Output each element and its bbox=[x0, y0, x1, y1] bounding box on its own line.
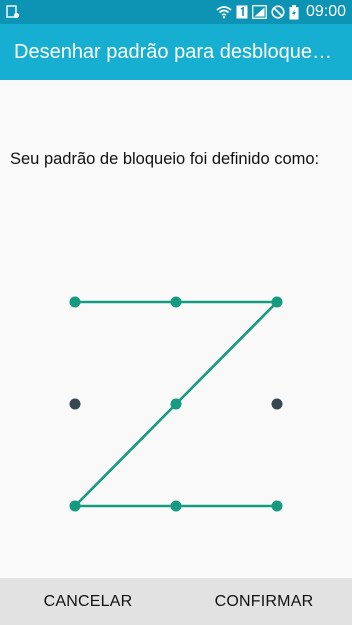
wifi-icon bbox=[216, 5, 232, 19]
pattern-dot bbox=[271, 500, 283, 512]
status-time: 09:00 bbox=[305, 3, 346, 20]
notification-icon bbox=[6, 5, 20, 19]
pattern-dot bbox=[69, 296, 81, 308]
pattern-dot bbox=[271, 296, 283, 308]
pattern-dot bbox=[69, 398, 81, 410]
blocked-icon bbox=[271, 5, 285, 19]
confirm-button[interactable]: CONFIRMAR bbox=[176, 578, 352, 625]
pattern-dot bbox=[170, 500, 182, 512]
page-title: Desenhar padrão para desbloquear a... bbox=[14, 40, 338, 63]
cancel-button[interactable]: CANCELAR bbox=[0, 578, 176, 625]
app-bar: Desenhar padrão para desbloquear a... bbox=[0, 24, 352, 80]
pattern-dot bbox=[170, 398, 182, 410]
sim1-icon bbox=[236, 5, 248, 19]
signal-icon bbox=[252, 5, 267, 19]
pattern-dot bbox=[170, 296, 182, 308]
pattern-dot bbox=[69, 500, 81, 512]
status-bar: 09:00 bbox=[0, 0, 352, 24]
pattern-message: Seu padrão de bloqueio foi definido como… bbox=[10, 150, 320, 168]
bottom-bar: CANCELAR CONFIRMAR bbox=[0, 578, 352, 625]
pattern-dot bbox=[271, 398, 283, 410]
pattern-grid bbox=[69, 296, 283, 512]
battery-charging-icon bbox=[289, 4, 299, 20]
